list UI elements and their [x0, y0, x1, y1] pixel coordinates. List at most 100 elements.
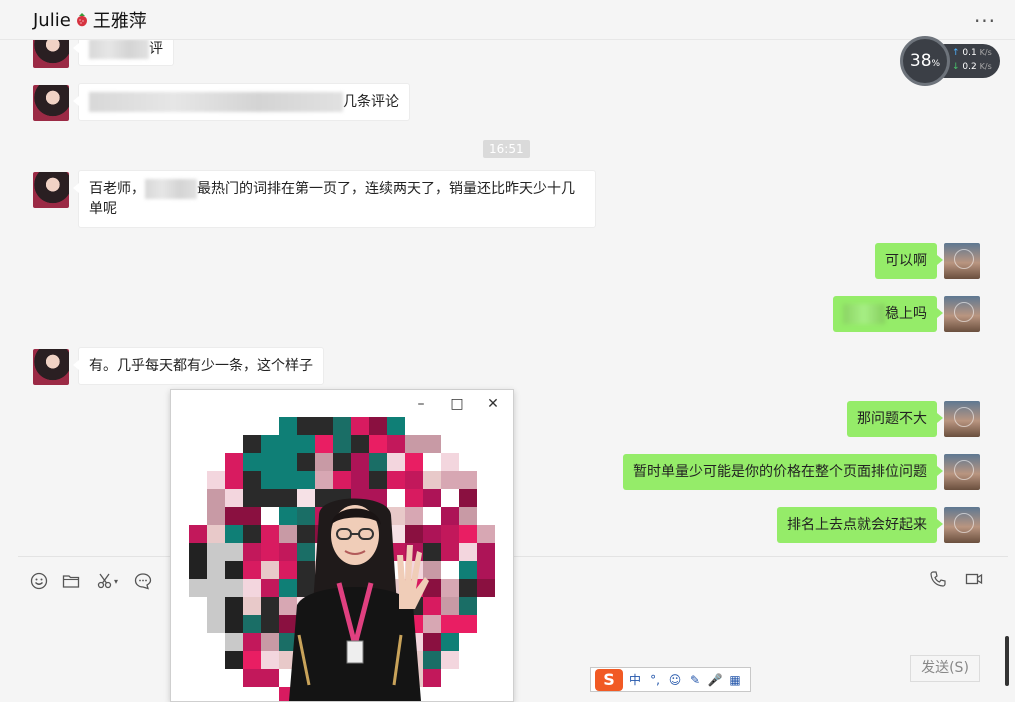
ime-toolbar[interactable]: S 中 °, ☺ ✎ 🎤 ▦	[590, 667, 751, 692]
message-bubble[interactable]: 几条评论	[73, 83, 410, 121]
mosaic-tile	[297, 417, 315, 435]
my-avatar[interactable]	[944, 296, 980, 332]
minimize-button[interactable]: –	[407, 394, 435, 414]
mosaic-tile	[243, 435, 261, 453]
sogou-logo-icon[interactable]: S	[595, 668, 623, 691]
mosaic-tile	[369, 453, 387, 471]
mosaic-tile	[315, 417, 333, 435]
mosaic-tile	[261, 507, 279, 525]
folder-icon[interactable]	[60, 570, 82, 592]
mosaic-tile	[315, 435, 333, 453]
mosaic-tile	[387, 435, 405, 453]
mosaic-tile	[261, 669, 279, 687]
mosaic-tile	[459, 507, 477, 525]
mosaic-tile	[441, 471, 459, 489]
mosaic-tile	[441, 615, 459, 633]
mosaic-tile	[207, 597, 225, 615]
contact-avatar[interactable]	[33, 40, 69, 68]
ime-punctuation-toggle[interactable]: °,	[647, 673, 663, 687]
contact-avatar[interactable]	[33, 349, 69, 385]
title-bar: Julie 王雅萍 ...	[0, 0, 1015, 40]
ime-handwriting-icon[interactable]: ✎	[687, 673, 703, 687]
mosaic-tile	[189, 525, 207, 543]
redacted-text	[89, 40, 149, 59]
mosaic-tile	[225, 453, 243, 471]
video-icon[interactable]	[963, 568, 985, 590]
mosaic-tile	[459, 471, 477, 489]
mosaic-tile	[243, 669, 261, 687]
mosaic-tile	[459, 543, 477, 561]
mosaic-tile	[225, 489, 243, 507]
mosaic-tile	[225, 597, 243, 615]
mosaic-tile	[243, 579, 261, 597]
phone-icon[interactable]	[927, 568, 949, 590]
mosaic-tile	[225, 651, 243, 669]
mosaic-tile	[243, 507, 261, 525]
image-viewer-window[interactable]: – □ ✕	[170, 389, 514, 702]
mosaic-tile	[207, 543, 225, 561]
redacted-text	[843, 304, 885, 324]
more-options-button[interactable]: ...	[973, 5, 997, 30]
message-bubble[interactable]: 评	[73, 40, 174, 66]
mosaic-tile	[459, 579, 477, 597]
my-avatar[interactable]	[944, 454, 980, 490]
message-bubble[interactable]: 排名上去点就会好起来	[777, 507, 943, 543]
mosaic-tile	[243, 525, 261, 543]
message-bubble[interactable]: 可以啊	[875, 243, 943, 279]
my-avatar[interactable]	[944, 507, 980, 543]
my-avatar[interactable]	[944, 243, 980, 279]
mosaic-tile	[189, 543, 207, 561]
contact-avatar[interactable]	[33, 85, 69, 121]
mosaic-tile	[423, 453, 441, 471]
mosaic-tile	[279, 453, 297, 471]
scrollbar-handle[interactable]	[1005, 636, 1009, 686]
smiley-icon[interactable]	[28, 570, 50, 592]
message-bubble[interactable]: 稳上吗	[833, 296, 943, 332]
mosaic-tile	[423, 435, 441, 453]
message-bubble[interactable]: 那问题不大	[847, 401, 943, 437]
message-bubble[interactable]: 百老师， 最热门的词排在第一页了，连续两天了，销量还比昨天少十几单呢	[73, 170, 596, 228]
contact-avatar[interactable]	[33, 172, 69, 208]
mosaic-tile	[225, 471, 243, 489]
strawberry-icon	[76, 13, 87, 27]
mosaic-tile	[243, 471, 261, 489]
chevron-down-icon[interactable]: ▾	[114, 577, 118, 586]
mosaic-tile	[369, 435, 387, 453]
scissors-icon[interactable]: ▾	[92, 570, 122, 592]
ime-voice-icon[interactable]: 🎤	[707, 673, 723, 687]
mosaic-tile	[261, 435, 279, 453]
mosaic-tile	[207, 579, 225, 597]
mosaic-tile	[243, 453, 261, 471]
mosaic-tile	[477, 543, 495, 561]
mosaic-tile	[243, 615, 261, 633]
window-controls: – □ ✕	[407, 394, 507, 414]
mosaic-tile	[261, 633, 279, 651]
mosaic-tile	[225, 579, 243, 597]
maximize-button[interactable]: □	[443, 394, 471, 414]
mosaic-tile	[189, 579, 207, 597]
mosaic-tile	[351, 417, 369, 435]
my-avatar[interactable]	[944, 401, 980, 437]
mosaic-tile	[207, 489, 225, 507]
contact-name: Julie	[33, 9, 71, 31]
mosaic-tile	[333, 453, 351, 471]
mosaic-tile	[459, 561, 477, 579]
message-bubble[interactable]: 有。几乎每天都有少一条，这个样子	[73, 347, 324, 385]
close-button[interactable]: ✕	[479, 394, 507, 414]
send-button[interactable]: 发送(S)	[910, 655, 980, 682]
chat-bubble-icon[interactable]	[132, 570, 154, 592]
ime-mode-toggle[interactable]: 中	[627, 671, 643, 688]
message-bubble[interactable]: 暂时单量少可能是你的价格在整个页面排位问题	[623, 454, 943, 490]
mosaic-tile	[243, 489, 261, 507]
mosaic-tile	[207, 615, 225, 633]
mosaic-tile	[207, 471, 225, 489]
photo[interactable]	[171, 417, 513, 701]
ime-toolbox-icon[interactable]: ▦	[727, 673, 743, 687]
mosaic-tile	[441, 561, 459, 579]
mosaic-tile	[405, 453, 423, 471]
ime-emoji-icon[interactable]: ☺	[667, 673, 683, 687]
mosaic-tile	[261, 489, 279, 507]
mosaic-tile	[261, 579, 279, 597]
mosaic-tile	[405, 435, 423, 453]
mosaic-tile	[441, 453, 459, 471]
